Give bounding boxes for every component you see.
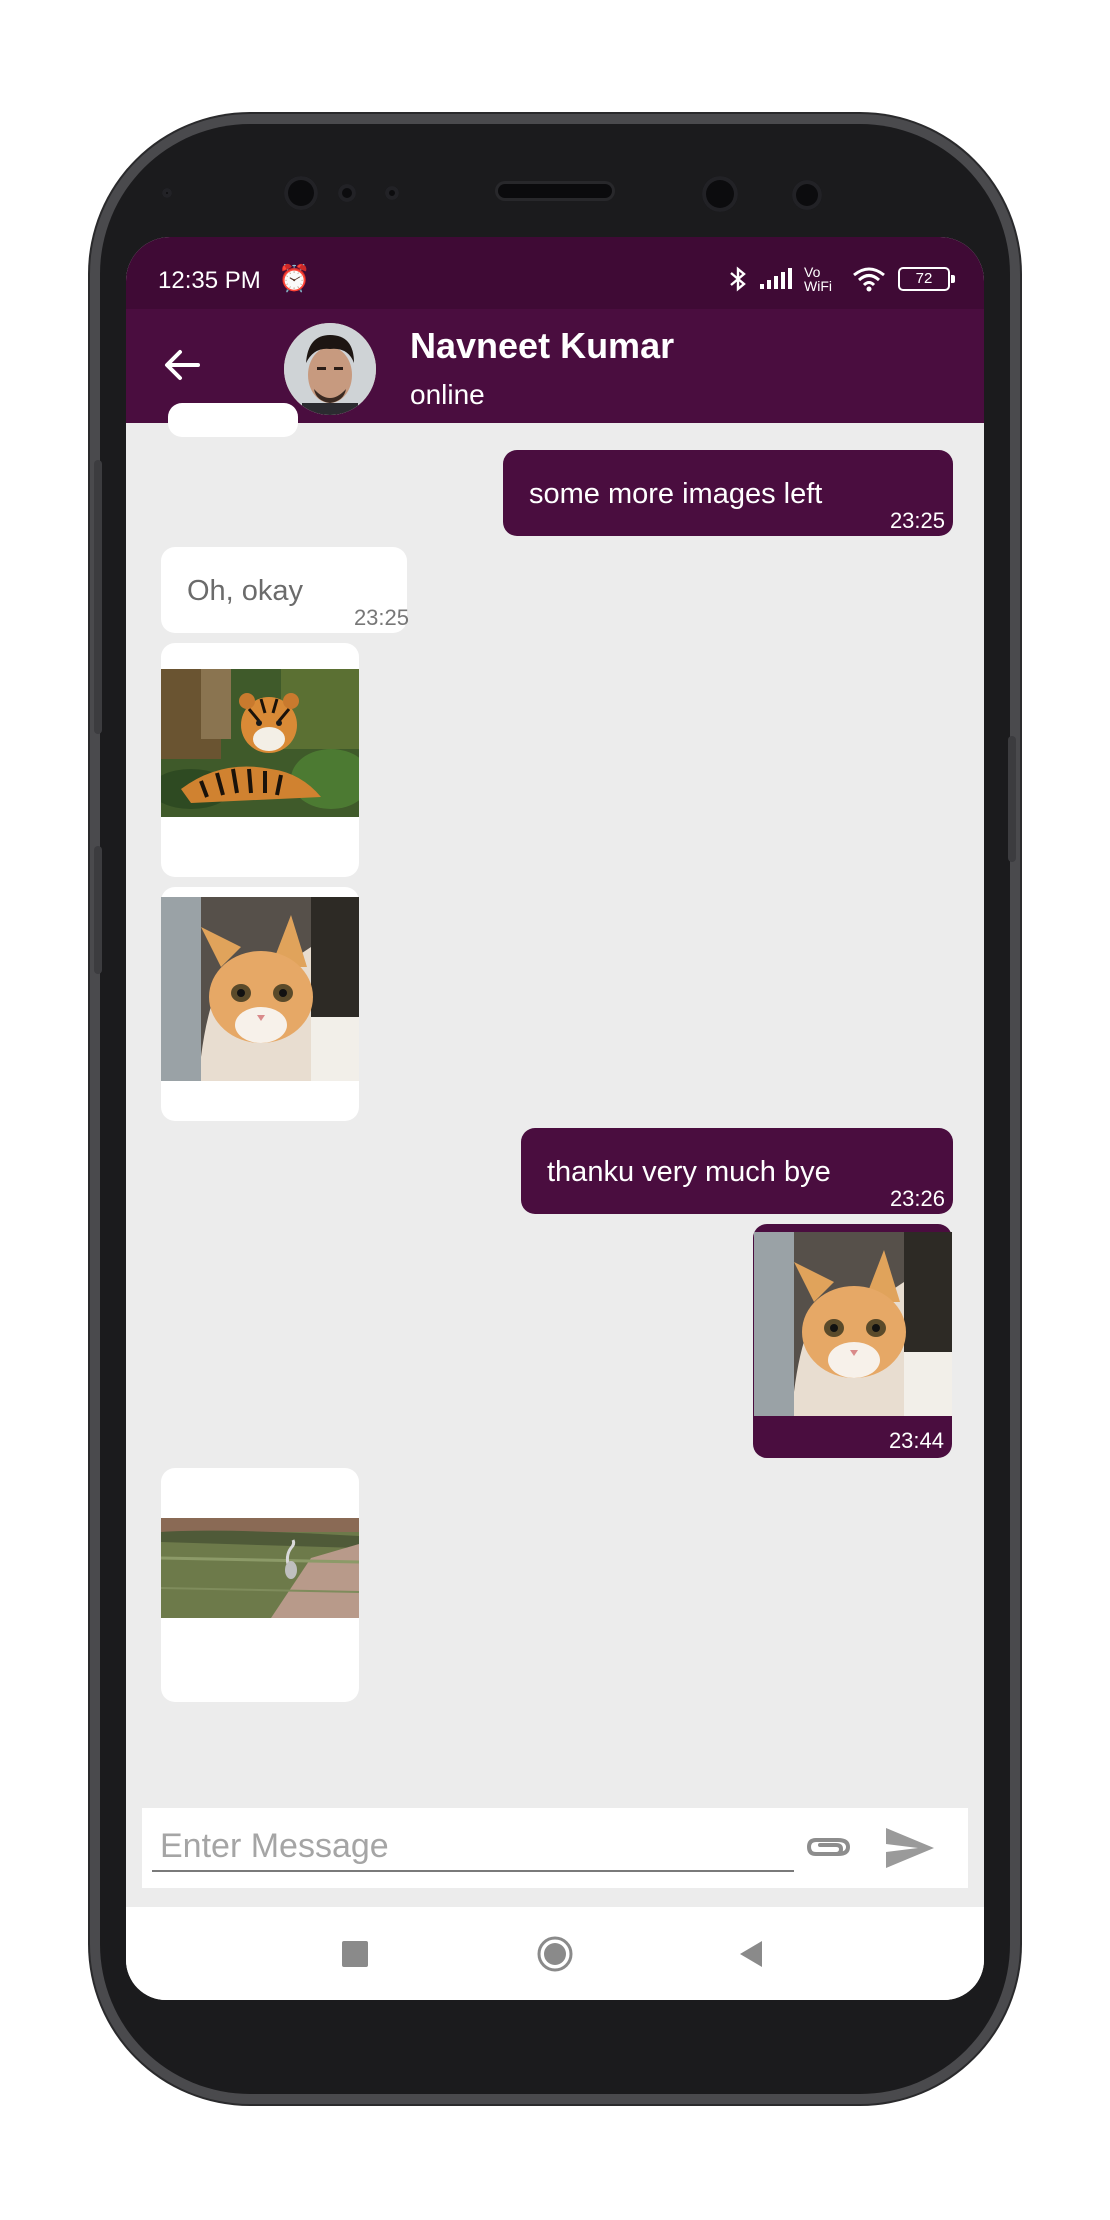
contact-name: Navneet Kumar (410, 325, 675, 366)
message-text: Oh, okay (187, 575, 304, 607)
image-message-received[interactable] (161, 887, 359, 1121)
message-text: some more images left (529, 478, 823, 510)
front-camera-icon (702, 176, 738, 212)
bluetooth-icon (730, 266, 746, 292)
nav-back-icon[interactable] (736, 1939, 766, 1969)
send-icon[interactable] (884, 1824, 936, 1872)
message-time: 23:26 (889, 1186, 945, 1211)
image-message-received[interactable] (161, 643, 359, 877)
back-arrow-icon[interactable] (160, 343, 204, 387)
system-navigation-bar (126, 1907, 984, 2000)
earpiece-speaker (498, 184, 612, 198)
battery-icon: 72 (898, 267, 955, 291)
volume-down-button (94, 846, 102, 974)
phone-screen: 12:35 PM ⏰ Vo WiFi 72 Navneet Kumar onli… (126, 237, 984, 2000)
vowifi-label: Vo WiFi (804, 264, 832, 294)
message-bubble-received (168, 403, 298, 437)
message-input[interactable] (152, 1822, 794, 1872)
sensor-icon (338, 184, 356, 202)
alarm-clock-icon: ⏰ (278, 263, 311, 293)
status-icons: Vo WiFi 72 (728, 264, 955, 294)
home-icon[interactable] (536, 1935, 574, 1973)
front-camera-icon (284, 176, 318, 210)
kitten-image[interactable] (161, 897, 359, 1081)
sensor-icon (162, 188, 172, 198)
message-composer (142, 1808, 968, 1888)
message-text: thanku very much bye (547, 1156, 831, 1188)
avatar-portrait-icon (284, 323, 376, 415)
sensor-icon (792, 180, 822, 210)
contact-avatar[interactable] (284, 323, 376, 415)
image-message-sent[interactable]: 23:44 (753, 1224, 952, 1458)
message-list[interactable]: some more images left 23:25 Oh, okay 23:… (126, 403, 984, 1803)
volume-up-button (94, 460, 102, 734)
status-time: 12:35 PM (158, 267, 261, 294)
message-time: 23:25 (353, 605, 409, 630)
message-bubble-received[interactable]: Oh, okay 23:25 (161, 547, 409, 633)
image-message-received[interactable] (161, 1468, 359, 1702)
power-button (1008, 736, 1016, 862)
message-time: 23:25 (889, 508, 945, 533)
paperclip-icon[interactable] (804, 1824, 854, 1874)
message-bubble-sent[interactable]: some more images left 23:25 (503, 450, 953, 536)
message-bubble-sent[interactable]: thanku very much bye 23:26 (521, 1128, 953, 1214)
message-time: 23:44 (888, 1428, 944, 1453)
wifi-icon (853, 267, 885, 292)
status-bar: 12:35 PM ⏰ Vo WiFi 72 (126, 237, 984, 309)
recent-apps-icon[interactable] (342, 1941, 368, 1967)
kitten-image[interactable] (754, 1232, 952, 1416)
cell-signal-icon (760, 268, 792, 289)
contact-presence: online (410, 379, 485, 410)
tiger-image[interactable] (161, 669, 359, 817)
heron-lake-image[interactable] (161, 1518, 359, 1618)
sensor-icon (385, 186, 399, 200)
